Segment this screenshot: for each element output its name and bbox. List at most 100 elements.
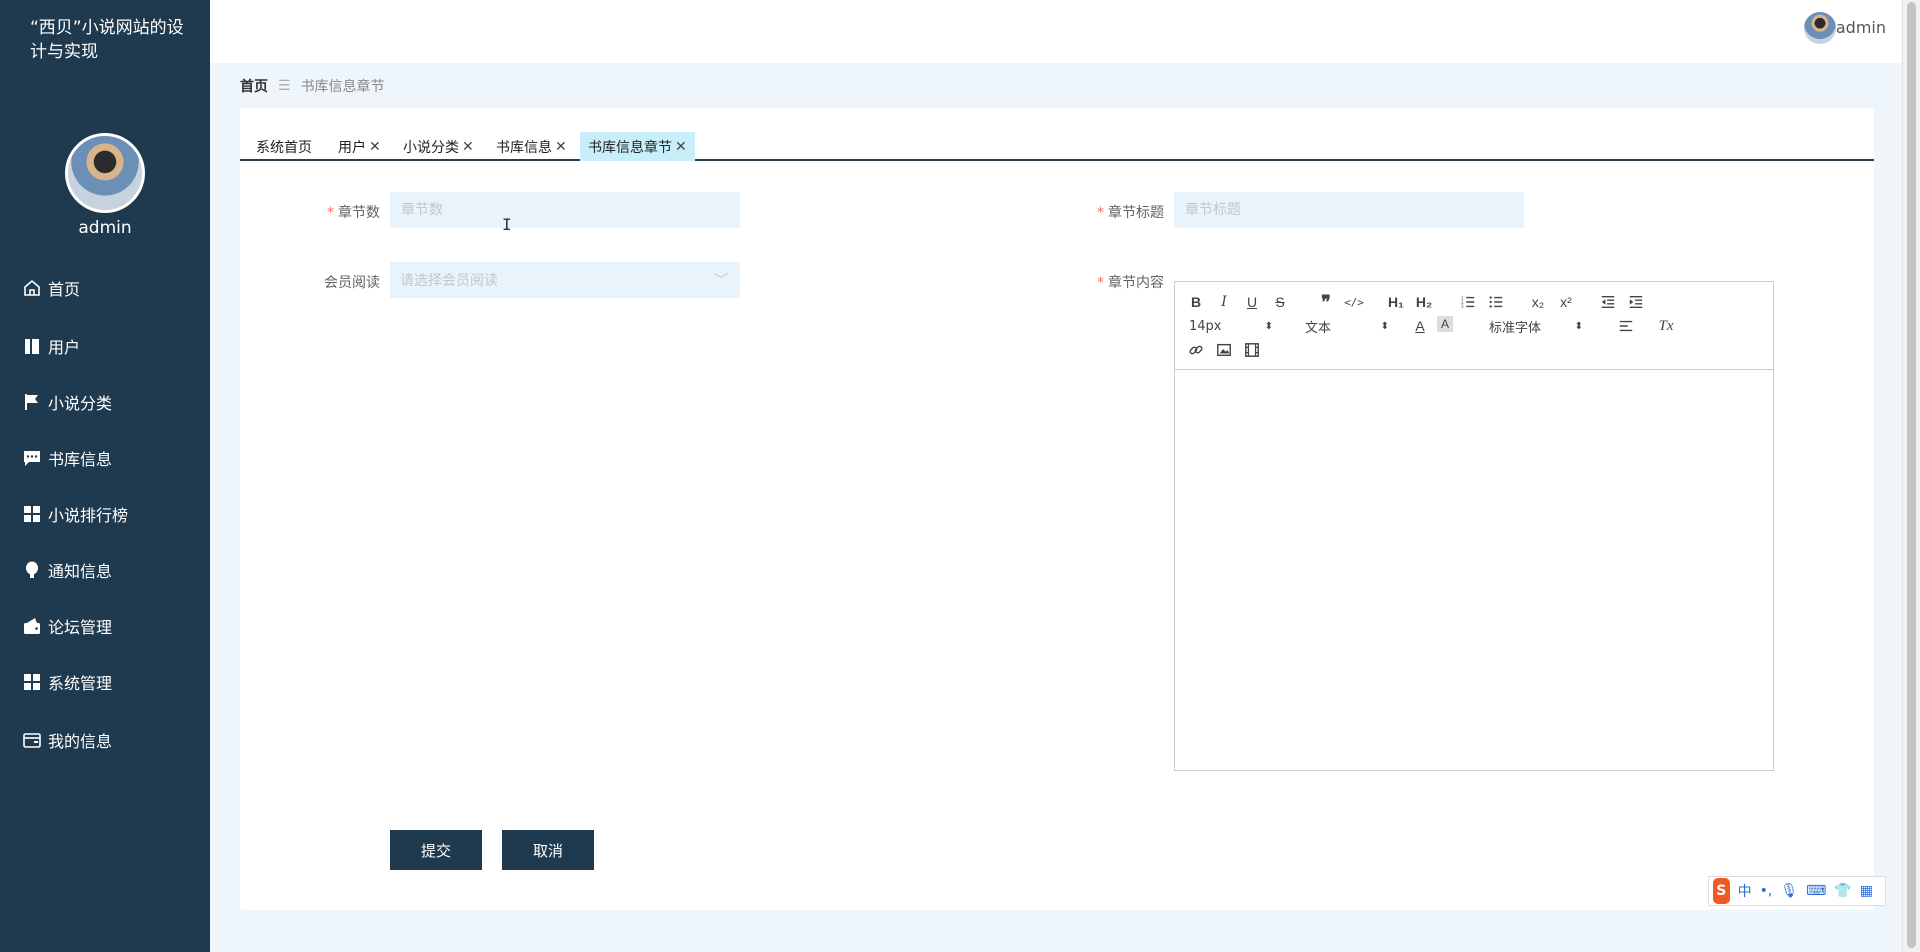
scrollbar-thumb[interactable]: [1907, 2, 1916, 948]
header-avatar[interactable]: [1804, 12, 1836, 44]
close-icon[interactable]: ✕: [462, 139, 474, 155]
grid-icon: [22, 672, 42, 692]
link-icon[interactable]: [1185, 340, 1207, 360]
close-icon[interactable]: ✕: [675, 139, 687, 155]
rich-text-editor: B I U S ❞ </> H₁ H₂ 123 x₂ x² 14px ⬍ 文本 …: [1174, 281, 1774, 771]
code-block-icon[interactable]: </>: [1343, 292, 1365, 312]
required-mark: *: [327, 205, 334, 221]
underline-button[interactable]: U: [1241, 292, 1263, 312]
header-select[interactable]: 文本 ⬍: [1305, 316, 1389, 336]
background-color-icon[interactable]: A: [1437, 316, 1453, 332]
sidebar-item-label: 书库信息: [48, 450, 113, 469]
h1-button[interactable]: H₁: [1385, 292, 1407, 312]
tab-label: 书库信息: [496, 139, 552, 156]
updown-icon: ⬍: [1264, 320, 1273, 332]
outdent-icon[interactable]: [1597, 292, 1619, 312]
svg-text:3: 3: [1461, 305, 1464, 310]
breadcrumb-separator-icon: ☰: [278, 78, 291, 94]
chapter-title-label: * 章节标题: [1097, 205, 1164, 221]
tab-novel-category[interactable]: 小说分类 ✕: [397, 132, 480, 161]
breadcrumb-current: 书库信息章节: [300, 79, 385, 95]
font-size-select[interactable]: 14px ⬍: [1189, 316, 1273, 336]
tab-label: 用户: [338, 139, 366, 156]
clean-format-button[interactable]: Tx: [1655, 316, 1677, 336]
submit-button[interactable]: 提交: [390, 830, 482, 870]
editor-toolbar: B I U S ❞ </> H₁ H₂ 123 x₂ x² 14px ⬍ 文本 …: [1175, 282, 1773, 370]
sidebar-item-home[interactable]: 首页: [22, 273, 80, 303]
align-left-icon[interactable]: [1615, 316, 1637, 336]
chapter-title-input[interactable]: [1174, 192, 1524, 228]
ordered-list-icon[interactable]: 123: [1457, 292, 1479, 312]
tab-system-home[interactable]: 系统首页: [250, 132, 318, 161]
sidebar-item-label: 首页: [48, 280, 81, 299]
sidebar-item-label: 小说分类: [48, 394, 113, 413]
bulb-icon: [22, 560, 42, 580]
sidebar-user-name: admin: [78, 218, 132, 238]
keyboard-icon[interactable]: ⌨: [1806, 883, 1826, 899]
tab-label: 书库信息章节: [588, 139, 672, 156]
font-size-value: 14px: [1189, 318, 1222, 334]
sidebar-item-notice[interactable]: 通知信息: [22, 555, 112, 585]
sidebar-item-ranking[interactable]: 小说排行榜: [22, 499, 128, 529]
sidebar-item-novel-category[interactable]: 小说分类: [22, 387, 112, 417]
sidebar-item-system[interactable]: 系统管理: [22, 667, 112, 697]
text-cursor-icon: I: [502, 215, 512, 234]
card-icon: [22, 730, 42, 750]
sidebar: “西贝”小说网站的设计与实现 admin 首页 用户 小说分类 书库信息 小说排…: [0, 0, 210, 952]
member-read-label: 会员阅读: [324, 275, 380, 291]
close-icon[interactable]: ✕: [555, 139, 567, 155]
member-read-select[interactable]: 请选择会员阅读 ﹀: [390, 262, 740, 298]
sidebar-item-label: 系统管理: [48, 674, 113, 693]
chat-icon: [22, 448, 42, 468]
sidebar-item-forum[interactable]: 论坛管理: [22, 611, 112, 641]
chapter-content-label: * 章节内容: [1097, 275, 1164, 291]
sidebar-item-label: 我的信息: [48, 732, 113, 751]
required-mark: *: [1097, 205, 1104, 221]
page-scrollbar[interactable]: [1902, 0, 1920, 952]
book-icon: [22, 336, 42, 356]
tab-bar: 系统首页 用户 ✕ 小说分类 ✕ 书库信息 ✕ 书库信息章节 ✕: [240, 128, 1874, 161]
chapter-number-input[interactable]: [390, 192, 740, 228]
skin-icon[interactable]: 👕: [1834, 883, 1851, 899]
ime-mode[interactable]: 中: [1738, 881, 1752, 901]
strike-button[interactable]: S: [1269, 292, 1291, 312]
header-select-value: 文本: [1305, 320, 1332, 336]
sidebar-item-library[interactable]: 书库信息: [22, 443, 112, 473]
blockquote-icon[interactable]: ❞: [1315, 292, 1337, 313]
wallet-icon: [22, 616, 42, 636]
toolbox-icon[interactable]: ▦: [1860, 883, 1873, 899]
video-icon[interactable]: [1241, 340, 1263, 360]
site-title: “西贝”小说网站的设计与实现: [30, 18, 184, 62]
close-icon[interactable]: ✕: [369, 139, 381, 155]
italic-button[interactable]: I: [1213, 292, 1235, 312]
tab-label: 系统首页: [256, 139, 312, 156]
superscript-button[interactable]: x²: [1555, 292, 1577, 312]
microphone-icon[interactable]: 🎙: [1780, 883, 1798, 899]
font-family-value: 标准字体: [1489, 320, 1542, 336]
ime-toolbar[interactable]: S 中 •, 🎙 ⌨ 👕 ▦: [1708, 876, 1886, 906]
bullet-list-icon[interactable]: [1485, 292, 1507, 312]
tab-users[interactable]: 用户 ✕: [332, 132, 387, 161]
breadcrumb-home[interactable]: 首页: [240, 76, 268, 96]
editor-content-area[interactable]: [1175, 371, 1773, 770]
sogou-logo-icon[interactable]: S: [1713, 878, 1730, 904]
tab-library-chapter[interactable]: 书库信息章节 ✕: [580, 132, 695, 161]
font-color-icon[interactable]: A: [1409, 316, 1431, 336]
updown-icon: ⬍: [1380, 320, 1389, 332]
header-user-name[interactable]: admin: [1836, 18, 1886, 37]
chevron-down-icon: ﹀: [714, 273, 728, 289]
indent-icon[interactable]: [1625, 292, 1647, 312]
subscript-button[interactable]: x₂: [1527, 292, 1549, 312]
bold-button[interactable]: B: [1185, 292, 1207, 312]
image-icon[interactable]: [1213, 340, 1235, 360]
cancel-button[interactable]: 取消: [502, 830, 594, 870]
tab-label: 小说分类: [403, 139, 459, 156]
tab-library[interactable]: 书库信息 ✕: [490, 132, 573, 161]
sidebar-item-users[interactable]: 用户: [22, 331, 80, 361]
avatar: [65, 133, 145, 213]
punctuation-icon[interactable]: •,: [1760, 883, 1773, 899]
top-header: admin: [210, 0, 1902, 63]
sidebar-item-my-info[interactable]: 我的信息: [22, 725, 112, 755]
h2-button[interactable]: H₂: [1413, 292, 1435, 312]
font-family-select[interactable]: 标准字体 ⬍: [1489, 316, 1583, 336]
